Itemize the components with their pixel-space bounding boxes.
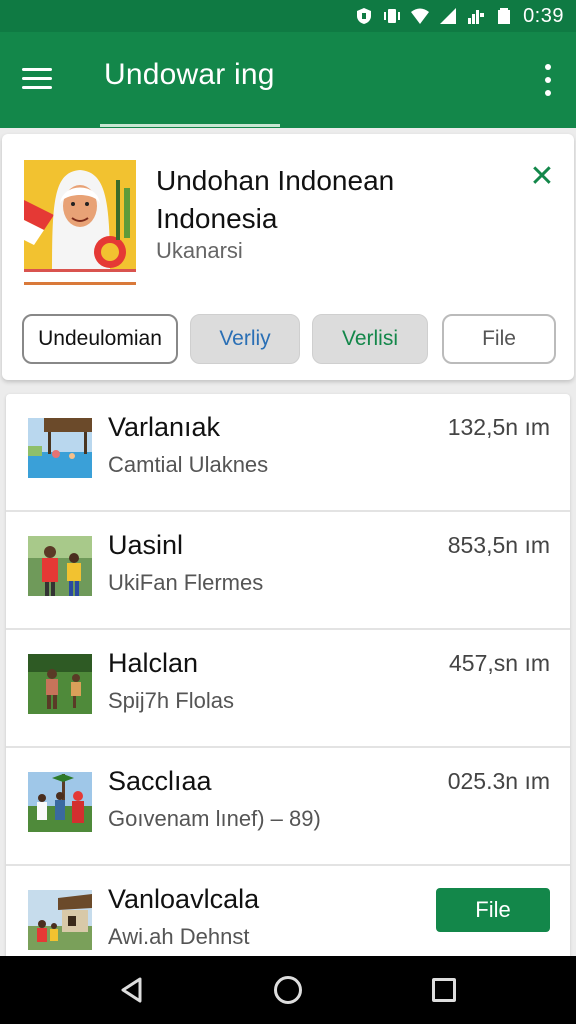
avatar-underline xyxy=(24,282,136,285)
file-button[interactable]: File xyxy=(436,888,550,932)
system-nav-bar xyxy=(0,956,576,1024)
app-bar: Undowar ing xyxy=(0,32,576,128)
list-item-title: Vanloavlcala xyxy=(108,884,260,914)
back-icon[interactable] xyxy=(118,976,146,1004)
list-item-subtitle: UkiFan Flermes xyxy=(108,570,264,595)
field-photo xyxy=(28,654,92,714)
close-icon[interactable]: ✕ xyxy=(528,162,556,192)
profile-card: Undohan Indonean Indonesia Ukanarsi ✕ Un… xyxy=(2,134,574,380)
list-item-title: Sacclıaa xyxy=(108,766,212,796)
signal-icon xyxy=(440,8,457,24)
list-item-subtitle: Spij7h Flolas xyxy=(108,688,234,713)
chip-group: Undeulomian Verliy Verlisi File xyxy=(22,314,562,366)
chip-file[interactable]: File xyxy=(442,314,556,364)
list-item-title: Varlanıak xyxy=(108,412,221,442)
list-item-distance: 457,sn ım xyxy=(449,650,550,676)
list-item[interactable]: Varlanıak Camtial Ulaknes 132,5n ım xyxy=(6,394,570,512)
hamburger-menu-icon[interactable] xyxy=(22,62,62,98)
wifi-icon xyxy=(411,8,430,24)
list-item-title: Uasinl xyxy=(108,530,184,560)
chip-undeulomian[interactable]: Undeulomian xyxy=(22,314,178,364)
profile-name: Undohan Indonean Indonesia xyxy=(156,165,395,234)
list-item-subtitle: Goıvenam lınef) – 89) xyxy=(108,806,321,831)
list-item[interactable]: Vanloavlcala Awi.ah Dehnst File xyxy=(6,866,570,964)
group-photo xyxy=(28,772,92,832)
chip-verliy[interactable]: Verliy xyxy=(190,314,300,364)
list-item[interactable]: Halclan Spij7h Flolas 457,sn ım xyxy=(6,630,570,748)
chip-verlisi[interactable]: Verlisi xyxy=(312,314,428,364)
title-underline xyxy=(100,124,280,127)
list-item-distance: 025.3n ım xyxy=(447,768,550,794)
pool-photo xyxy=(28,418,92,478)
status-bar: 0:39 xyxy=(0,0,576,32)
list-item-distance: 853,5n ım xyxy=(447,532,550,558)
battery-icon xyxy=(498,8,511,24)
list-item[interactable]: Uasinl UkiFan Flermes 853,5n ım xyxy=(6,512,570,630)
more-vertical-icon[interactable] xyxy=(542,64,554,96)
signal-roaming-icon xyxy=(468,10,485,24)
status-time: 0:39 xyxy=(523,4,564,27)
recents-icon[interactable] xyxy=(432,978,456,1002)
avatar-illustration xyxy=(24,160,136,269)
list-item[interactable]: Sacclıaa Goıvenam lınef) – 89) 025.3n ım xyxy=(6,748,570,866)
vibrate-icon xyxy=(384,9,401,23)
list-item-distance: 132,5n ım xyxy=(447,414,550,440)
avatar[interactable] xyxy=(24,160,136,272)
house-photo xyxy=(28,890,92,950)
shield-icon xyxy=(357,8,372,24)
list-item-title: Halclan xyxy=(108,648,199,678)
profile-subtitle: Ukanarsi xyxy=(156,238,243,263)
app-title: Undowar ing xyxy=(104,58,275,91)
list-item-subtitle: Awi.ah Dehnst xyxy=(108,924,250,949)
list-item-subtitle: Camtial Ulaknes xyxy=(108,452,269,477)
people-photo xyxy=(28,536,92,596)
results-list: Varlanıak Camtial Ulaknes 132,5n ım Uasi… xyxy=(6,394,570,964)
home-icon[interactable] xyxy=(274,976,302,1004)
